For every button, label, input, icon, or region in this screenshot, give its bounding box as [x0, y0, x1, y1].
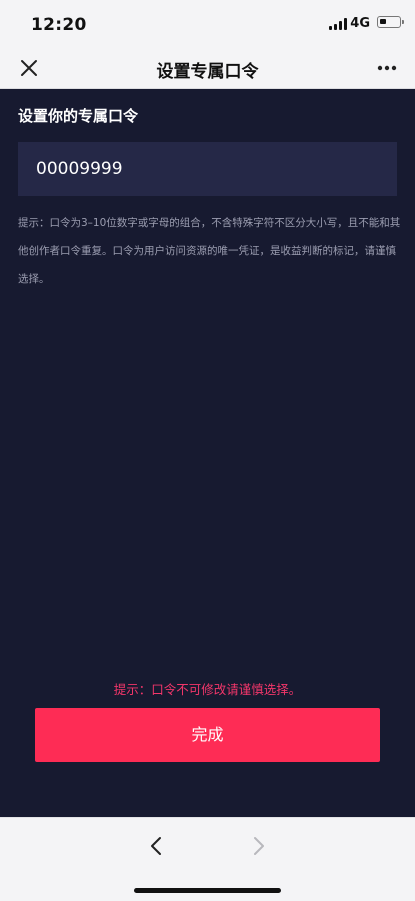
nav-bar: 设置专属口令 [0, 48, 415, 89]
chevron-left-icon[interactable] [141, 830, 173, 862]
home-indicator [134, 888, 281, 893]
main-content: 设置你的专属口令 提示：口令为3–10位数字或字母的组合，不含特殊字符不区分大小… [0, 89, 415, 817]
status-bar: 12:20 4G [0, 0, 415, 48]
section-title: 设置你的专属口令 [18, 107, 139, 125]
warning-text: 提示：口令不可修改请谨慎选择。 [113, 682, 302, 697]
status-time: 12:20 [31, 15, 87, 35]
page-title: 设置专属口令 [156, 62, 259, 82]
code-input[interactable] [18, 142, 397, 196]
signal-icon [329, 18, 347, 30]
more-dots-icon[interactable] [369, 51, 405, 85]
chevron-right-icon[interactable] [242, 830, 274, 862]
hint-text: 提示：口令为3–10位数字或字母的组合，不含特殊字符不区分大小写，且不能和其他创… [18, 217, 401, 285]
done-button[interactable]: 完成 [35, 708, 380, 762]
battery-icon [377, 16, 404, 28]
browser-toolbar [0, 817, 415, 901]
network-type: 4G [350, 16, 370, 31]
